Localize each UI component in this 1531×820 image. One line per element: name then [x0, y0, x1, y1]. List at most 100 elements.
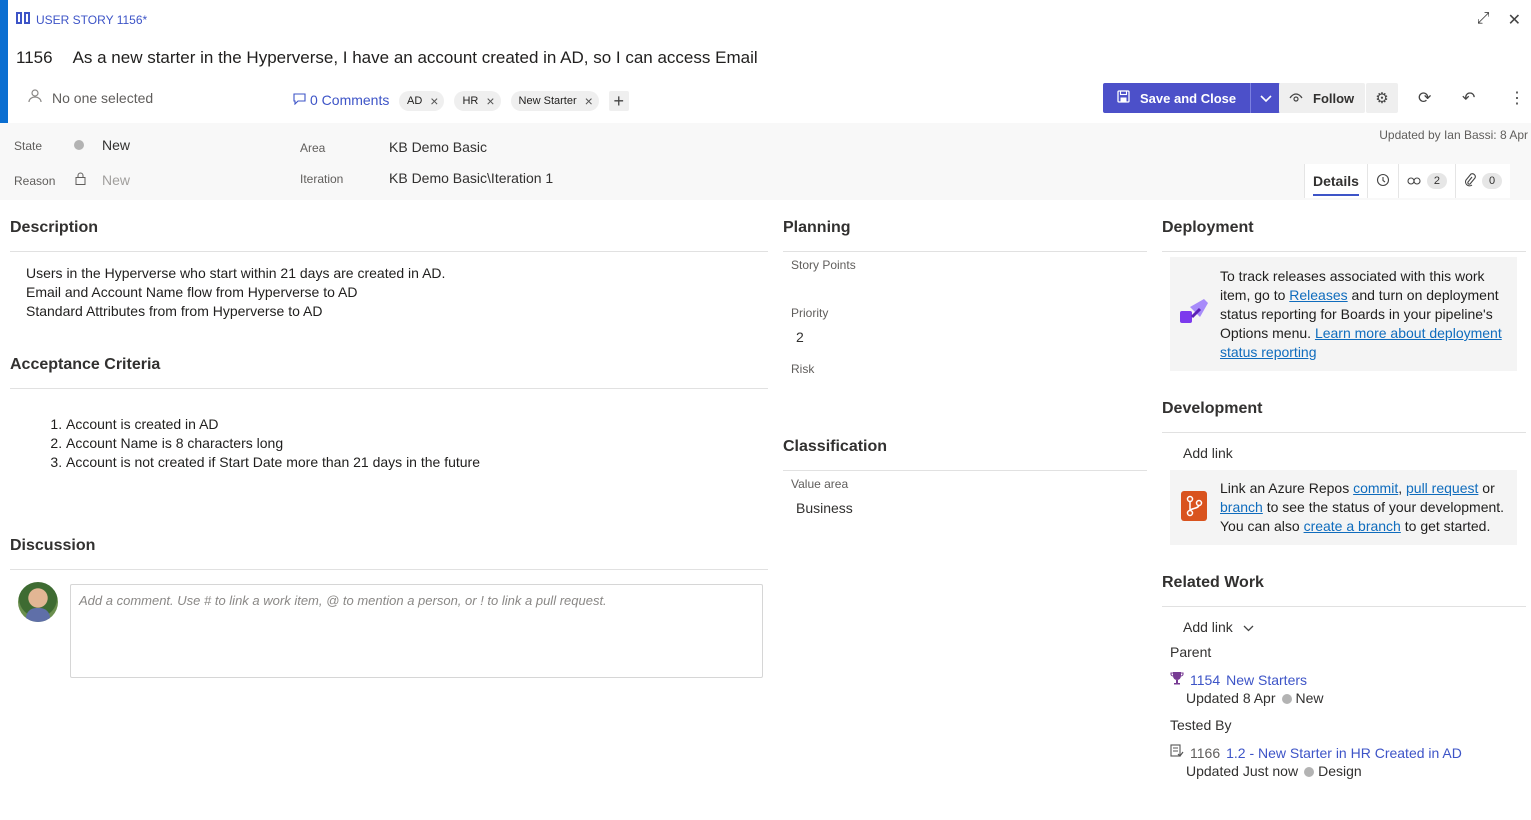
divider [10, 388, 768, 389]
paperclip-icon [1464, 172, 1476, 190]
history-icon [1376, 173, 1390, 190]
parent-state: New [1295, 690, 1324, 706]
attachments-count-badge: 0 [1482, 173, 1503, 189]
close-icon[interactable]: ✕ [1508, 10, 1521, 30]
value-area-label: Value area [791, 477, 849, 491]
assigned-to-value: No one selected [52, 89, 154, 106]
divider [1162, 432, 1526, 433]
follow-button[interactable]: Follow [1279, 83, 1365, 113]
tag[interactable]: AD × [399, 91, 445, 111]
acceptance-item: Account is created in AD [66, 415, 480, 434]
save-icon [1117, 90, 1130, 106]
releases-link[interactable]: Releases [1289, 287, 1347, 303]
tab-attachments[interactable]: 0 [1455, 164, 1510, 198]
development-heading: Development [1162, 400, 1263, 417]
description-line: Standard Attributes from from Hyperverse… [26, 303, 323, 319]
reason-label: Reason [14, 174, 56, 188]
tested-by-updated: Updated Just now [1186, 763, 1299, 779]
divider [1162, 606, 1526, 607]
parent-meta: Updated 8 Apr New [1186, 690, 1324, 706]
tab-links[interactable]: 2 [1397, 164, 1455, 198]
work-item-title[interactable]: As a new starter in the Hyperverse, I ha… [73, 48, 758, 68]
parent-title[interactable]: New Starters [1226, 672, 1307, 688]
more-actions-icon[interactable]: ⋮ [1509, 88, 1525, 108]
tab-details-label: Details [1313, 173, 1359, 189]
assigned-to-field[interactable]: No one selected [28, 89, 153, 106]
comments-link[interactable]: 0 Comments [293, 92, 389, 108]
tab-history[interactable] [1366, 164, 1398, 198]
eye-icon [1289, 91, 1303, 106]
avatar [18, 582, 58, 622]
updated-by: Updated by Ian Bassi: 8 Apr [1379, 128, 1528, 142]
parent-updated: Updated 8 Apr [1186, 690, 1276, 706]
priority-value[interactable]: 2 [796, 329, 804, 345]
divider [1162, 251, 1526, 252]
iteration-label: Iteration [300, 172, 344, 186]
state-value[interactable]: New [102, 137, 130, 153]
tag[interactable]: New Starter × [510, 91, 599, 111]
state-label: State [14, 139, 43, 153]
story-points-input[interactable] [791, 275, 1141, 297]
description-field[interactable]: Users in the Hyperverse who start within… [26, 264, 445, 321]
undo-icon[interactable]: ↶ [1462, 88, 1475, 108]
parent-link-row[interactable]: 1154 New Starters [1170, 671, 1307, 688]
risk-input[interactable] [791, 380, 1141, 402]
development-text-part: to get started. [1400, 518, 1491, 534]
development-add-link[interactable]: Add link [1183, 445, 1233, 461]
value-area-value[interactable]: Business [796, 500, 853, 516]
acceptance-criteria-list[interactable]: Account is created in AD Account Name is… [66, 415, 480, 472]
refresh-icon[interactable]: ⟳ [1418, 88, 1431, 108]
divider [10, 569, 768, 570]
state-dot-icon [1281, 694, 1292, 704]
tag[interactable]: HR × [454, 91, 501, 111]
description-line: Email and Account Name flow from Hyperve… [26, 284, 358, 300]
chevron-down-icon [1260, 91, 1272, 106]
save-and-close-button[interactable]: Save and Close [1103, 83, 1281, 113]
remove-tag-icon[interactable]: × [585, 94, 593, 108]
settings-button[interactable]: ⚙ [1366, 83, 1398, 113]
add-tag-icon[interactable]: + [608, 91, 629, 111]
gear-icon: ⚙ [1375, 90, 1389, 107]
tag-label: New Starter [518, 95, 577, 107]
area-label: Area [300, 141, 326, 155]
save-and-close-label: Save and Close [1140, 90, 1237, 106]
tested-by-title[interactable]: 1.2 - New Starter in HR Created in AD [1226, 745, 1462, 761]
remove-tag-icon[interactable]: × [430, 94, 438, 108]
test-case-icon [1170, 744, 1184, 761]
tag-label: AD [407, 95, 423, 107]
create-branch-link[interactable]: create a branch [1304, 518, 1401, 534]
pull-request-link[interactable]: pull request [1406, 480, 1478, 496]
related-add-link-label: Add link [1183, 619, 1233, 635]
lock-icon [75, 172, 86, 188]
related-add-link-button[interactable]: Add link [1183, 619, 1254, 635]
tab-details[interactable]: Details [1304, 164, 1367, 198]
tags-list: AD × HR × New Starter × + [399, 91, 629, 111]
tag-label: HR [462, 95, 479, 107]
tested-by-state: Design [1318, 763, 1362, 779]
link-icon [1407, 174, 1421, 189]
comment-input[interactable]: Add a comment. Use # to link a work item… [70, 584, 763, 678]
save-options-dropdown[interactable] [1250, 83, 1280, 113]
classification-heading: Classification [783, 438, 888, 455]
commit-link[interactable]: commit [1353, 480, 1398, 496]
person-icon [28, 89, 42, 106]
area-value[interactable]: KB Demo Basic [389, 139, 487, 155]
parent-id: 1154 [1190, 671, 1221, 688]
iteration-value[interactable]: KB Demo Basic\Iteration 1 [389, 170, 553, 186]
state-dot-icon [1304, 767, 1315, 777]
deployment-card: To track releases associated with this w… [1170, 257, 1517, 371]
book-icon [16, 12, 30, 27]
branch-link[interactable]: branch [1220, 499, 1263, 515]
tested-by-link-row[interactable]: 1166 1.2 - New Starter in HR Created in … [1170, 744, 1462, 761]
acceptance-item: Account Name is 8 characters long [66, 434, 480, 453]
fields-panel [0, 123, 1531, 200]
parent-label: Parent [1170, 644, 1212, 660]
remove-tag-icon[interactable]: × [486, 94, 494, 108]
repo-icon [1180, 490, 1210, 525]
development-text: Link an Azure Repos commit, pull request… [1220, 479, 1510, 536]
expand-icon[interactable]: ⤢ [1477, 10, 1490, 30]
description-heading: Description [10, 219, 99, 236]
deployment-heading: Deployment [1162, 219, 1254, 236]
acceptance-item: Account is not created if Start Date mor… [66, 453, 480, 472]
title-row: 1156 As a new starter in the Hyperverse,… [16, 48, 758, 68]
